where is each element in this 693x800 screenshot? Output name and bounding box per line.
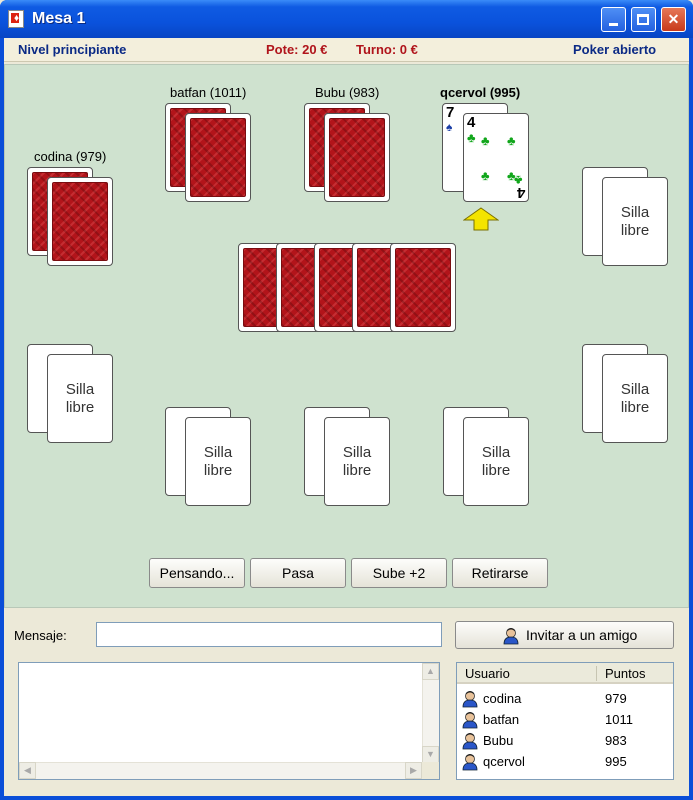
invite-friend-label: Invitar a un amigo bbox=[526, 627, 638, 643]
club-icon: ♣ bbox=[481, 133, 490, 148]
card-rank: 7 bbox=[446, 104, 455, 121]
minimize-button[interactable] bbox=[601, 7, 626, 32]
scroll-left-icon[interactable]: ◀ bbox=[19, 762, 36, 779]
card-back bbox=[47, 177, 113, 266]
empty-seat-right[interactable]: Silla libre bbox=[602, 354, 668, 443]
card-rank-inverted: 4 bbox=[516, 184, 525, 201]
user-points: 995 bbox=[605, 754, 627, 769]
scroll-right-icon[interactable]: ▶ bbox=[405, 762, 422, 779]
player-name-bubu: Bubu (983) bbox=[315, 85, 380, 100]
chat-vertical-scrollbar[interactable]: ▲ ▼ bbox=[422, 663, 439, 763]
player-name-qcervol: qcervol (995) bbox=[440, 85, 521, 100]
message-label: Mensaje: bbox=[14, 628, 67, 643]
maximize-button[interactable] bbox=[631, 7, 656, 32]
empty-seat-left[interactable]: Silla libre bbox=[47, 354, 113, 443]
user-icon bbox=[462, 691, 478, 708]
user-points: 983 bbox=[605, 733, 627, 748]
poker-table: codina (979) batfan (1011) Bubu (983) qc… bbox=[4, 64, 689, 608]
club-icon: ♣ bbox=[481, 168, 490, 183]
title-bar[interactable]: Mesa 1 ✕ bbox=[0, 0, 693, 38]
card-rank: 4 bbox=[467, 114, 476, 131]
player-name-codina: codina (979) bbox=[34, 149, 107, 164]
chat-log[interactable]: ▲ ▼ ◀ ▶ bbox=[18, 662, 440, 780]
user-icon bbox=[462, 733, 478, 750]
empty-seat-label: Silla libre bbox=[481, 444, 511, 479]
pass-button[interactable]: Pasa bbox=[250, 558, 346, 588]
community-card-back bbox=[390, 243, 456, 332]
empty-seat-label: Silla libre bbox=[342, 444, 372, 479]
empty-seat-label: Silla libre bbox=[620, 204, 650, 239]
user-icon bbox=[462, 712, 478, 729]
level-label: Nivel principiante bbox=[18, 42, 127, 57]
column-header-points[interactable]: Puntos bbox=[605, 666, 645, 681]
message-input[interactable] bbox=[96, 622, 442, 647]
turn-arrow-icon bbox=[463, 207, 499, 231]
thinking-button[interactable]: Pensando... bbox=[149, 558, 245, 588]
club-icon: ♣ bbox=[507, 133, 516, 148]
window-client: Nivel principiante Pote: 20 € Turno: 0 €… bbox=[4, 38, 689, 796]
list-item[interactable]: Bubu 983 bbox=[457, 730, 673, 751]
user-name: Bubu bbox=[483, 733, 514, 748]
chat-horizontal-scrollbar[interactable]: ◀ ▶ bbox=[19, 762, 422, 779]
list-item[interactable]: codina 979 bbox=[457, 688, 673, 709]
pot-label: Pote: 20 € bbox=[266, 42, 328, 57]
raise-button[interactable]: Sube +2 bbox=[351, 558, 447, 588]
card-back bbox=[324, 113, 390, 202]
playing-card-4-clubs: 4 ♣ ♣ ♣ ♣ ♣ ♣ 4 bbox=[463, 113, 529, 202]
empty-seat-label: Silla libre bbox=[65, 381, 95, 416]
user-points: 979 bbox=[605, 691, 627, 706]
scroll-down-icon[interactable]: ▼ bbox=[422, 746, 439, 763]
empty-seat-bottom-middle[interactable]: Silla libre bbox=[324, 417, 390, 506]
empty-seat-label: Silla libre bbox=[620, 381, 650, 416]
club-icon: ♣ bbox=[467, 130, 476, 145]
user-name: batfan bbox=[483, 712, 520, 727]
user-name: qcervol bbox=[483, 754, 525, 769]
fold-button[interactable]: Retirarse bbox=[452, 558, 548, 588]
list-item[interactable]: batfan 1011 bbox=[457, 709, 673, 730]
player-name-batfan: batfan (1011) bbox=[170, 85, 247, 100]
users-list[interactable]: Usuario Puntos codina 979 batfan 1011 Bu… bbox=[456, 662, 674, 780]
close-button[interactable]: ✕ bbox=[661, 7, 686, 32]
user-points: 1011 bbox=[605, 712, 633, 727]
empty-seat-top-right[interactable]: Silla libre bbox=[602, 177, 668, 266]
cards-app-icon bbox=[8, 10, 24, 28]
app-window: Mesa 1 ✕ Nivel principiante Pote: 20 € T… bbox=[0, 0, 693, 800]
column-header-user[interactable]: Usuario bbox=[465, 666, 510, 681]
turn-label: Turno: 0 € bbox=[356, 42, 418, 57]
users-list-header: Usuario Puntos bbox=[457, 663, 673, 684]
empty-seat-bottom-right[interactable]: Silla libre bbox=[463, 417, 529, 506]
game-mode-label: Poker abierto bbox=[573, 42, 657, 57]
user-name: codina bbox=[483, 691, 522, 706]
user-icon bbox=[462, 754, 478, 771]
window-title: Mesa 1 bbox=[32, 10, 86, 27]
spade-icon: ♠ bbox=[446, 120, 453, 134]
invite-friend-button[interactable]: Invitar a un amigo bbox=[455, 621, 674, 649]
scroll-corner bbox=[422, 762, 439, 779]
card-back bbox=[185, 113, 251, 202]
user-icon bbox=[503, 628, 519, 645]
scroll-up-icon[interactable]: ▲ bbox=[422, 663, 439, 680]
list-item[interactable]: qcervol 995 bbox=[457, 751, 673, 772]
empty-seat-label: Silla libre bbox=[203, 444, 233, 479]
empty-seat-bottom-left[interactable]: Silla libre bbox=[185, 417, 251, 506]
table-info-bar: Nivel principiante Pote: 20 € Turno: 0 €… bbox=[4, 38, 689, 62]
